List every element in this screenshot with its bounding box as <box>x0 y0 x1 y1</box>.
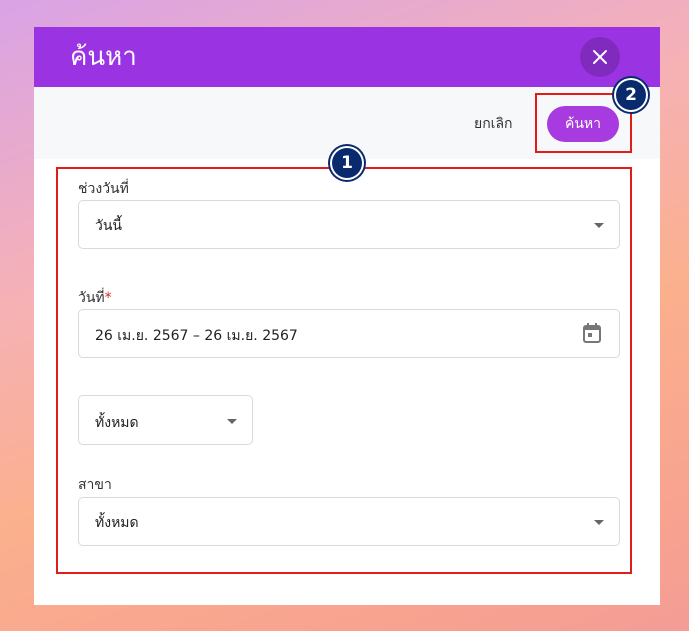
annotation-badge-2: 2 <box>616 80 646 110</box>
dialog-header: ค้นหา <box>34 27 660 87</box>
close-icon <box>593 50 607 64</box>
close-button[interactable] <box>580 37 620 77</box>
cancel-button[interactable]: ยกเลิก <box>474 113 513 135</box>
dialog-title: ค้นหา <box>70 42 137 72</box>
annotation-box-form <box>56 167 632 574</box>
annotation-badge-1: 1 <box>332 148 362 178</box>
